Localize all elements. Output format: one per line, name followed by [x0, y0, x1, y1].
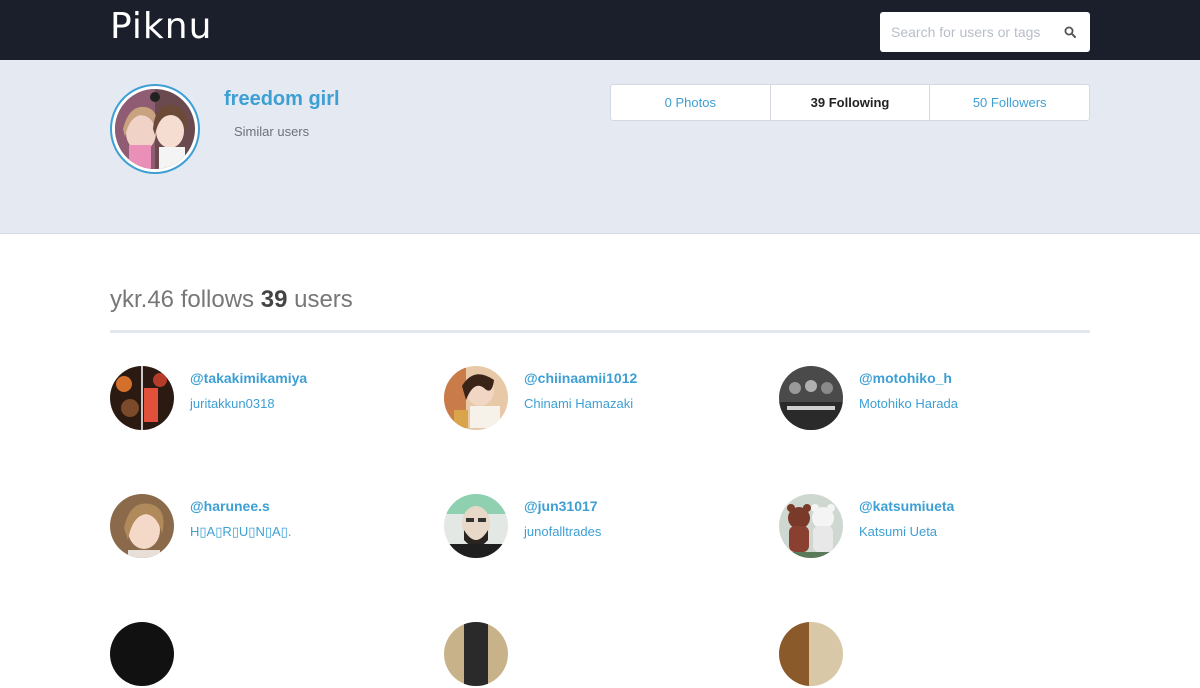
user-avatar[interactable]: [779, 494, 843, 558]
stat-photos[interactable]: 0 Photos: [611, 85, 770, 120]
profile-avatar: [110, 84, 200, 174]
user-card: @chiinaamii1012 Chinami Hamazaki: [444, 366, 744, 432]
user-handle[interactable]: @motohiko_h: [859, 370, 952, 386]
user-handle[interactable]: @jun31017: [524, 498, 598, 514]
user-handle[interactable]: @katsumiueta: [859, 498, 954, 514]
user-avatar[interactable]: [110, 622, 174, 686]
user-fullname: Chinami Hamazaki: [524, 396, 634, 411]
user-card: @katsumiueta Katsumi Ueta: [779, 494, 1079, 560]
user-card: @motohiko_h Motohiko Harada: [779, 366, 1079, 432]
profile-stats: 0 Photos 39 Following 50 Followers: [610, 84, 1090, 121]
search-icon: [1064, 26, 1076, 38]
follows-suffix: users: [287, 286, 353, 313]
user-avatar[interactable]: [779, 366, 843, 430]
user-card-partial: [779, 622, 1079, 688]
user-handle[interactable]: @takakimikamiya: [190, 370, 307, 386]
user-handle[interactable]: @chiinaamii1012: [524, 370, 637, 386]
user-avatar[interactable]: [444, 622, 508, 686]
profile-name[interactable]: freedom girl: [224, 88, 340, 111]
user-card-partial: [110, 622, 410, 688]
user-avatar[interactable]: [110, 494, 174, 558]
search-input[interactable]: [880, 12, 1055, 52]
follows-count: 39: [260, 286, 288, 313]
user-fullname: Katsumi Ueta: [859, 524, 938, 539]
stat-following[interactable]: 39 Following: [769, 85, 930, 120]
user-card: @takakimikamiya juritakkun0318: [110, 366, 410, 432]
user-fullname: junofalltrades: [524, 524, 602, 539]
follows-prefix: ykr.46 follows: [110, 286, 261, 313]
profile-header: freedom girl Similar users 0 Photos 39 F…: [0, 60, 1200, 234]
profile-photo: [115, 89, 195, 169]
user-card: @jun31017 junofalltrades: [444, 494, 744, 560]
user-avatar[interactable]: [779, 622, 843, 686]
search-button[interactable]: [1050, 12, 1090, 52]
user-fullname: Motohiko Harada: [859, 396, 958, 411]
search-box: [880, 12, 1090, 52]
similar-users-link[interactable]: Similar users: [234, 124, 309, 139]
user-avatar[interactable]: [444, 494, 508, 558]
user-handle[interactable]: @harunee.s: [190, 498, 270, 514]
user-fullname: juritakkun0318: [190, 396, 275, 411]
user-avatar[interactable]: [444, 366, 508, 430]
site-logo[interactable]: Piknu: [110, 6, 212, 47]
stat-followers[interactable]: 50 Followers: [929, 85, 1089, 120]
user-card-partial: [444, 622, 744, 688]
user-card: @harunee.s H▯A▯R▯U▯N▯A▯.: [110, 494, 410, 560]
follows-heading: ykr.46 follows 39 users: [110, 286, 353, 314]
user-fullname: H▯A▯R▯U▯N▯A▯.: [190, 524, 292, 539]
user-avatar[interactable]: [110, 366, 174, 430]
top-navbar: Piknu: [0, 0, 1200, 60]
section-divider: [110, 330, 1090, 333]
